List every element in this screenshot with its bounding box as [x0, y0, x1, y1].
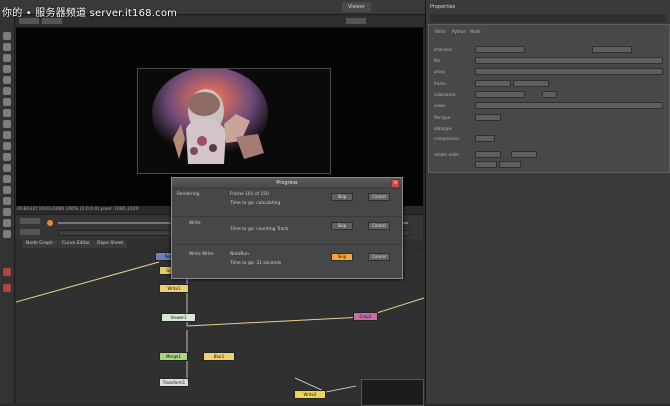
- progress-row: Write Time to go: counting Track Skip Ca…: [172, 216, 402, 243]
- tool-icon[interactable]: [3, 120, 11, 128]
- label-frame: frame: [434, 81, 446, 86]
- tool-icon[interactable]: [3, 54, 11, 62]
- node-write-2[interactable]: Write2: [294, 390, 326, 399]
- timeline-input[interactable]: [20, 218, 40, 224]
- record-icon[interactable]: [3, 268, 11, 276]
- progress-name: Write: [189, 221, 201, 226]
- file-path[interactable]: [475, 57, 663, 64]
- render-frame-start[interactable]: [475, 161, 497, 168]
- frame-value[interactable]: [513, 80, 549, 87]
- tab-dope-sheet[interactable]: Dope Sheet: [93, 240, 128, 248]
- node-blur[interactable]: Blur1: [203, 352, 235, 361]
- tab-node[interactable]: Node: [470, 29, 480, 34]
- skip-button[interactable]: Skip: [331, 222, 353, 230]
- tool-icon[interactable]: [3, 131, 11, 139]
- progress-line-2: Time to go: calculating: [230, 201, 281, 206]
- left-toolbar: [0, 14, 15, 404]
- viewer-zoom[interactable]: [346, 18, 366, 24]
- progress-line-1: NoteRun: [230, 252, 249, 257]
- tab-node-graph[interactable]: Node Graph: [22, 240, 57, 248]
- label-colorspace: colorspace: [434, 92, 456, 97]
- render-frame-end[interactable]: [499, 161, 521, 168]
- tool-icon[interactable]: [3, 219, 11, 227]
- tool-icon[interactable]: [3, 197, 11, 205]
- properties-content: Write Python Node channels file proxy fr…: [428, 24, 670, 173]
- cancel-button[interactable]: Cancel: [368, 193, 390, 201]
- label-channels: channels: [434, 47, 452, 52]
- render-frame: [137, 67, 331, 174]
- colorspace-select[interactable]: [475, 91, 525, 98]
- close-icon[interactable]: ×: [391, 179, 400, 188]
- frame-select[interactable]: [475, 80, 511, 87]
- properties-title: Properties: [430, 4, 456, 10]
- label-datatype: datatype: [434, 126, 452, 131]
- cancel-button[interactable]: Cancel: [368, 222, 390, 230]
- progress-line-1: Frame 101 of 150: [230, 192, 269, 197]
- progress-row: Rendering Frame 101 of 150 Time to go: c…: [172, 188, 402, 215]
- node-merge[interactable]: Merge1: [159, 352, 188, 361]
- tool-icon[interactable]: [3, 76, 11, 84]
- label-file-type: file type: [434, 115, 451, 120]
- render-order-field[interactable]: [475, 151, 501, 158]
- watermark-text: 你的 • 服务器频道 server.it168.com: [2, 8, 178, 19]
- tool-icon[interactable]: [3, 153, 11, 161]
- label-compression: compression: [434, 136, 460, 141]
- tab-curve-editor[interactable]: Curve Editor: [58, 240, 95, 248]
- properties-panel: Properties Write Python Node channels fi…: [425, 0, 670, 404]
- tab-python[interactable]: Python: [452, 29, 466, 34]
- progress-line-2: Time to go: 31 seconds: [230, 261, 282, 266]
- mini-preview: [361, 379, 424, 406]
- file-type-select[interactable]: [475, 114, 501, 121]
- tool-icon[interactable]: [3, 87, 11, 95]
- node-transform[interactable]: Transform1: [159, 378, 189, 387]
- tool-icon[interactable]: [3, 142, 11, 150]
- tool-icon[interactable]: [3, 32, 11, 40]
- progress-name: Rendering: [177, 192, 200, 197]
- progress-row: Write Write NoteRun Time to go: 31 secon…: [172, 244, 402, 271]
- tool-icon[interactable]: [3, 208, 11, 216]
- node-viewer[interactable]: Viewer1: [161, 313, 196, 322]
- channels-field[interactable]: [475, 46, 525, 53]
- skip-button[interactable]: Skip: [331, 193, 353, 201]
- render-icon[interactable]: [3, 284, 11, 292]
- progress-name: Write Write: [189, 252, 214, 257]
- compression-select[interactable]: [475, 135, 495, 142]
- tool-icon[interactable]: [3, 109, 11, 117]
- tool-icon[interactable]: [3, 43, 11, 51]
- cancel-button[interactable]: Cancel: [368, 253, 390, 261]
- tool-icon[interactable]: [3, 186, 11, 194]
- portrait-image: [138, 67, 330, 173]
- proxy-path[interactable]: [475, 68, 663, 75]
- properties-toolbar: [430, 14, 666, 22]
- skip-button[interactable]: Skip: [331, 253, 353, 261]
- tab-write[interactable]: Write: [435, 29, 446, 34]
- tool-icon[interactable]: [3, 65, 11, 73]
- tool-icon[interactable]: [3, 230, 11, 238]
- label-file: file: [434, 58, 441, 63]
- channels-option[interactable]: [592, 46, 632, 53]
- render-button[interactable]: [511, 151, 537, 158]
- tool-icon[interactable]: [3, 98, 11, 106]
- tool-icon[interactable]: [3, 164, 11, 172]
- progress-line-1: Time to go: counting Track: [230, 227, 289, 232]
- progress-title: Progress: [172, 178, 402, 188]
- colorspace-toggle[interactable]: [542, 91, 557, 98]
- tab-viewer[interactable]: Viewer: [342, 2, 371, 12]
- tool-icon[interactable]: [3, 175, 11, 183]
- progress-dialog: Progress × Rendering Frame 101 of 150 Ti…: [171, 177, 403, 279]
- node-crop[interactable]: Crop1: [353, 312, 378, 321]
- node-write[interactable]: Write1: [159, 284, 189, 293]
- label-proxy: proxy: [434, 69, 446, 74]
- playhead-icon[interactable]: [47, 220, 53, 226]
- views-field[interactable]: [475, 102, 663, 109]
- label-render-order: render order: [434, 152, 460, 157]
- frame-field[interactable]: [20, 229, 40, 235]
- label-views: views: [434, 103, 446, 108]
